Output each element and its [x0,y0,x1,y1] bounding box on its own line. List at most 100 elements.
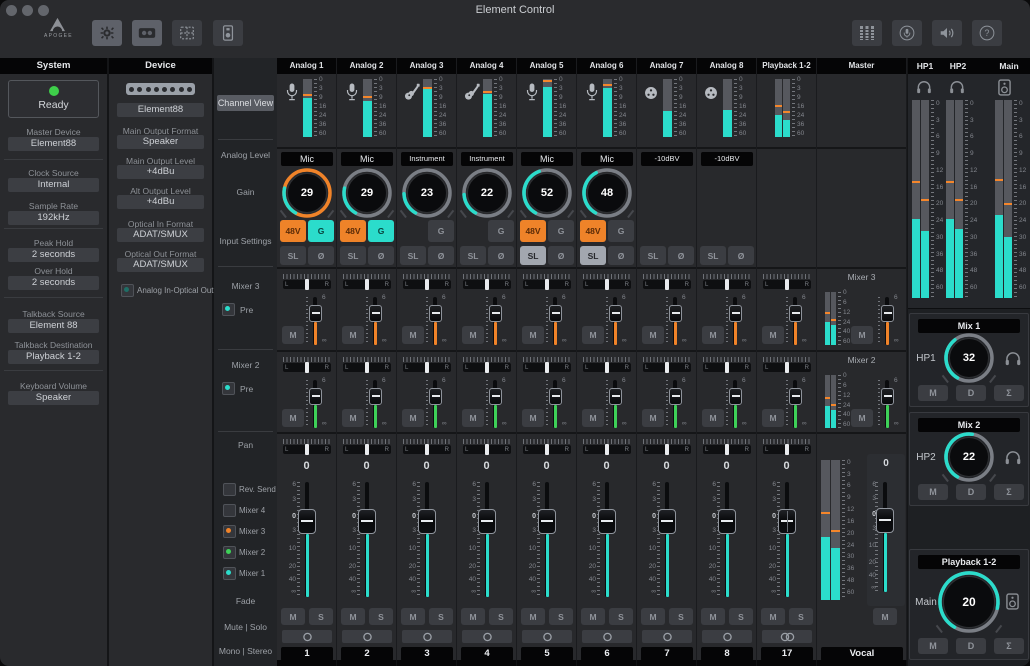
soft-limit-button[interactable]: SL [700,246,726,265]
group-button[interactable]: G [368,220,394,242]
alt-output-level-value[interactable]: +4dBu [117,195,204,209]
fader-handle[interactable] [658,509,676,534]
soft-limit-button[interactable]: SL [520,246,546,265]
mixer2-mute-button[interactable]: M [402,409,424,427]
fader-handle[interactable] [778,509,796,534]
input-type-selector[interactable]: Mic [341,152,393,166]
mixer3-mute-button[interactable]: M [402,326,424,344]
send-fader-handle[interactable] [369,388,382,405]
pan-slider[interactable]: LR [403,357,451,373]
solo-button[interactable]: S [429,608,453,625]
phase-button[interactable]: Ø [668,246,694,265]
send-fader-handle[interactable] [609,388,622,405]
pan-slider[interactable]: LR [343,274,391,290]
mute-button[interactable]: M [341,608,365,625]
mix-level-knob[interactable]: 22 [942,430,996,484]
phase-button[interactable]: Ø [368,246,394,265]
phase-button[interactable]: Ø [488,246,514,265]
mixer2-mute-button[interactable]: M [342,409,364,427]
pan-slider[interactable]: LR [583,274,631,290]
pan-slider[interactable]: LR [283,357,331,373]
pre-checkbox-mixer2[interactable] [222,382,235,395]
send-fader-handle[interactable] [729,388,742,405]
input-type-selector[interactable]: -10dBV [641,152,693,166]
mono-link-button[interactable] [342,630,392,643]
send-fader-handle[interactable] [489,388,502,405]
pan-slider[interactable]: LR [703,274,751,290]
mixer3-mute-button[interactable]: M [342,326,364,344]
pan-slider[interactable]: LR [523,357,571,373]
talkback-destination-value[interactable]: Playback 1-2 [8,350,99,364]
send-fader-handle[interactable] [881,388,894,405]
mix-dim-button[interactable]: D [956,385,986,401]
send-checkbox-mixer-4[interactable] [223,504,236,517]
mute-button[interactable]: M [701,608,725,625]
pan-slider[interactable]: LR [763,357,811,373]
mixer3-mute-button[interactable]: M [462,326,484,344]
meters-button[interactable] [852,20,882,46]
fader-handle[interactable] [718,509,736,534]
channel-view-button[interactable]: Channel View [217,95,274,111]
main-output-level-value[interactable]: +4dBu [117,165,204,179]
clock-source-value[interactable]: Internal [8,178,99,192]
gain-knob[interactable]: 48 [580,166,634,220]
mono-link-button[interactable] [282,630,332,643]
input-type-selector[interactable]: Mic [281,152,333,166]
fader-handle[interactable] [598,509,616,534]
mixer3-mute-button[interactable]: M [282,326,304,344]
phantom-48v-button[interactable]: 48V [520,220,546,242]
gain-knob[interactable]: 29 [280,166,334,220]
fader-handle[interactable] [298,509,316,534]
mixer2-mute-button[interactable]: M [702,409,724,427]
group-button[interactable]: G [488,220,514,242]
solo-button[interactable]: S [309,608,333,625]
settings-button[interactable] [92,20,122,46]
mix-sum-button[interactable]: Σ [994,484,1024,500]
mono-link-button[interactable] [582,630,632,643]
soft-limit-button[interactable]: SL [340,246,366,265]
pan-slider[interactable]: LR [283,274,331,290]
fader-handle[interactable] [538,509,556,534]
pan-slider[interactable]: LR [643,274,691,290]
pan-slider[interactable]: LR [523,439,571,455]
master-send-mute-button[interactable]: M [851,326,873,344]
soft-limit-button[interactable]: SL [460,246,486,265]
over-hold-value[interactable]: 2 seconds [8,276,99,290]
mixer2-mute-button[interactable]: M [522,409,544,427]
mono-link-button[interactable] [702,630,752,643]
pan-slider[interactable]: LR [283,439,331,455]
solo-button[interactable]: S [729,608,753,625]
group-button[interactable]: G [608,220,634,242]
volume-button[interactable] [932,20,962,46]
pan-slider[interactable]: LR [463,439,511,455]
pan-slider[interactable]: LR [763,274,811,290]
mix-level-knob[interactable]: 20 [936,569,1002,635]
gain-knob[interactable]: 23 [400,166,454,220]
solo-button[interactable]: S [369,608,393,625]
mix-sum-button[interactable]: Σ [994,385,1024,401]
group-button[interactable]: G [548,220,574,242]
input-type-selector[interactable]: Instrument [401,152,453,166]
send-fader-handle[interactable] [369,305,382,322]
mix-level-knob[interactable]: 32 [942,331,996,385]
solo-button[interactable]: S [669,608,693,625]
mix-mute-button[interactable]: M [918,484,948,500]
mixer2-mute-button[interactable]: M [762,409,784,427]
peak-hold-value[interactable]: 2 seconds [8,248,99,262]
mono-link-button[interactable] [522,630,572,643]
session-button[interactable] [132,20,162,46]
pan-slider[interactable]: LR [643,439,691,455]
sample-rate-value[interactable]: 192kHz [8,211,99,225]
expand-view-button[interactable] [172,20,202,46]
phase-button[interactable]: Ø [428,246,454,265]
phantom-48v-button[interactable]: 48V [580,220,606,242]
send-fader-handle[interactable] [789,305,802,322]
mute-button[interactable]: M [521,608,545,625]
send-fader-handle[interactable] [549,305,562,322]
mix-mute-button[interactable]: M [918,385,948,401]
fader-handle[interactable] [358,509,376,534]
pan-slider[interactable]: LR [703,439,751,455]
master-send-mute-button[interactable]: M [851,409,873,427]
send-fader-handle[interactable] [549,388,562,405]
pan-slider[interactable]: LR [583,357,631,373]
